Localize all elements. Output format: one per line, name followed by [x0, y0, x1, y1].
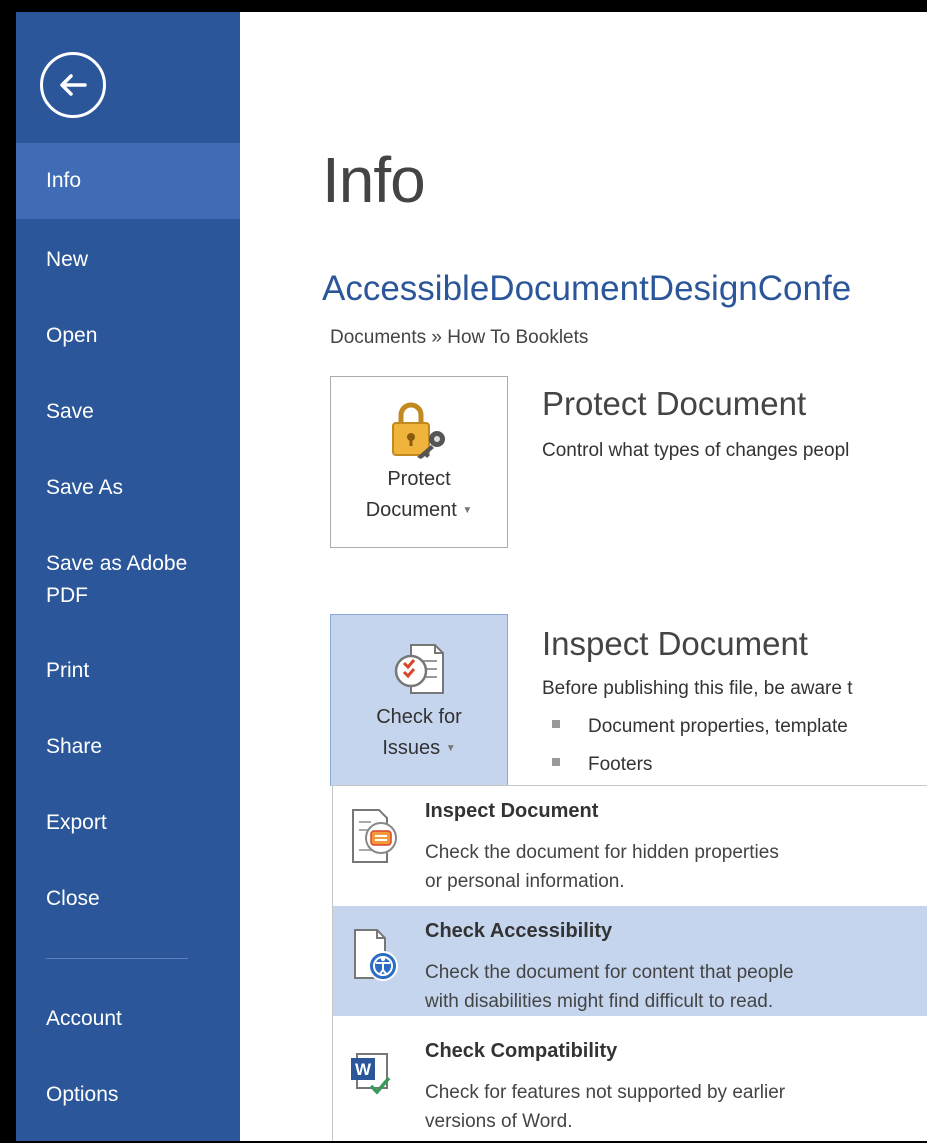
document-name: AccessibleDocumentDesignConfe [322, 269, 852, 308]
nav-item-options[interactable]: Options [16, 1079, 240, 1111]
protect-document-button[interactable]: Protect Document ▼ [330, 376, 508, 548]
dropdown-caret-icon: ▼ [445, 743, 456, 755]
protect-document-label-line2: Document [365, 499, 457, 521]
check-for-issues-button[interactable]: Check for Issues ▼ [330, 614, 508, 786]
inspect-bullet: Footers [552, 754, 652, 776]
check-for-issues-label-line2: Issues [382, 737, 441, 759]
back-arrow-icon [60, 74, 87, 96]
back-button[interactable] [40, 52, 106, 118]
menu-item-description: Check the document for content that peop… [425, 962, 794, 1012]
inspect-bullet: Document properties, template [552, 716, 848, 738]
menu-item-title: Inspect Document [425, 800, 599, 822]
nav-item-export[interactable]: Export [16, 807, 240, 839]
info-pane: Info AccessibleDocumentDesignConfe Docum… [240, 12, 927, 1141]
menu-item-check-accessibility[interactable]: Check Accessibility Check the document f… [333, 906, 927, 1016]
inspect-document-heading: Inspect Document [542, 625, 808, 662]
document-path[interactable]: Documents » How To Booklets [330, 327, 588, 349]
inspect-document-icon [352, 809, 397, 863]
svg-text:W: W [355, 1060, 372, 1079]
backstage-sidebar: Info New Open Save Save As Save as Adobe… [16, 12, 240, 1141]
nav-divider [46, 958, 188, 959]
protect-document-heading: Protect Document [542, 385, 807, 422]
nav-item-save[interactable]: Save [16, 396, 240, 428]
check-for-issues-label-line1: Check for [376, 706, 462, 728]
menu-item-inspect-document[interactable]: Inspect Document Check the document for … [333, 786, 927, 896]
menu-item-description: Check for features not supported by earl… [425, 1082, 786, 1132]
backstage-window: Info New Open Save Save As Save as Adobe… [16, 12, 927, 1141]
nav-item-new[interactable]: New [16, 244, 240, 276]
protect-document-description: Control what types of changes peopl [542, 440, 850, 461]
menu-item-title: Check Compatibility [425, 1040, 618, 1062]
lock-key-icon [392, 402, 445, 459]
nav-item-share[interactable]: Share [16, 731, 240, 763]
dropdown-caret-icon: ▼ [462, 505, 473, 517]
nav-item-account[interactable]: Account [16, 1003, 240, 1035]
bullet-icon [552, 757, 560, 766]
nav-item-info[interactable]: Info [16, 143, 240, 219]
page-title: Info [322, 144, 426, 216]
menu-item-title: Check Accessibility [425, 920, 613, 942]
menu-item-check-compatibility[interactable]: W Check Compatibility Check for features… [333, 1026, 927, 1136]
word-compatibility-icon: W [351, 1053, 391, 1095]
nav-item-print[interactable]: Print [16, 655, 240, 687]
inspect-document-description: Before publishing this file, be aware t [542, 678, 853, 699]
nav-item-open[interactable]: Open [16, 320, 240, 352]
nav-item-close[interactable]: Close [16, 883, 240, 915]
inspect-document-icon [394, 644, 444, 694]
bullet-icon [552, 719, 560, 728]
nav-item-save-as-adobe-pdf[interactable]: Save as Adobe PDF [16, 548, 206, 612]
nav-item-save-as[interactable]: Save As [16, 472, 240, 504]
protect-document-label-line1: Protect [387, 468, 451, 490]
menu-item-description: Check the document for hidden properties… [425, 842, 779, 892]
check-for-issues-menu: Inspect Document Check the document for … [332, 785, 927, 1141]
accessibility-checker-icon [354, 929, 398, 981]
